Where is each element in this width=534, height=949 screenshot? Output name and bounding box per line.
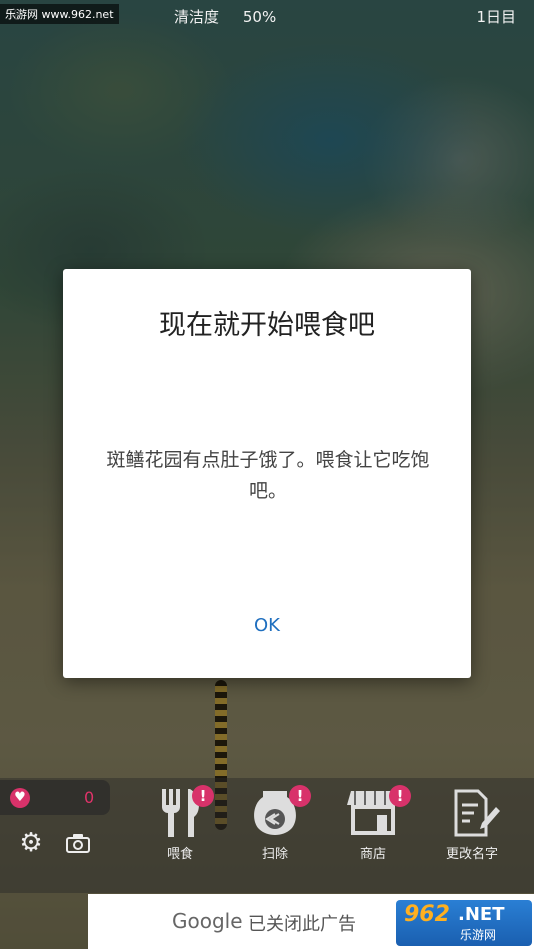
heart-count: 0 — [84, 788, 95, 807]
feed-button[interactable]: ! 喂食 — [140, 785, 220, 865]
edit-note-icon — [454, 789, 500, 837]
gear-icon[interactable]: ⚙ — [18, 830, 44, 856]
cleanliness-label: 清洁度 — [174, 8, 220, 26]
shop-label: 商店 — [359, 847, 386, 862]
shop-alert-badge: ! — [389, 785, 411, 807]
cleanliness-value: 50% — [242, 8, 277, 26]
heart-icon: ♥ — [10, 788, 30, 808]
site-logo: 962 .NET 乐游网 — [396, 900, 532, 946]
feed-label: 喂食 — [166, 847, 193, 862]
rename-label: 更改名字 — [445, 847, 498, 862]
heart-counter: ♥ 0 — [0, 780, 110, 815]
dialog-title: 现在就开始喂食吧 — [159, 310, 375, 341]
logo-net: .NET — [458, 904, 505, 925]
logo-cn: 乐游网 — [460, 928, 497, 942]
logo-number: 962 — [404, 902, 450, 927]
feed-dialog: 现在就开始喂食吧 斑鳝花园有点肚子饿了。喂食让它吃饱吧。 OK — [63, 269, 471, 678]
camera-icon[interactable] — [66, 833, 90, 853]
shop-button[interactable]: ! 商店 — [333, 785, 413, 865]
clean-button[interactable]: ! 扫除 — [235, 785, 315, 865]
ok-button[interactable]: OK — [237, 615, 297, 636]
feed-alert-badge: ! — [192, 785, 214, 807]
google-logo: Google — [172, 909, 243, 933]
rename-button[interactable]: 更改名字 — [432, 785, 512, 865]
dialog-message: 斑鳝花园有点肚子饿了。喂食让它吃饱吧。 — [106, 449, 430, 502]
clean-label: 扫除 — [261, 847, 288, 862]
site-watermark: 乐游网 www.962.net — [0, 4, 119, 24]
ad-closed-text: 已关闭此广告 — [248, 914, 356, 935]
cleanliness-status: 清洁度 50% — [174, 6, 276, 27]
clean-alert-badge: ! — [289, 785, 311, 807]
day-counter: 1日目 — [476, 8, 516, 26]
